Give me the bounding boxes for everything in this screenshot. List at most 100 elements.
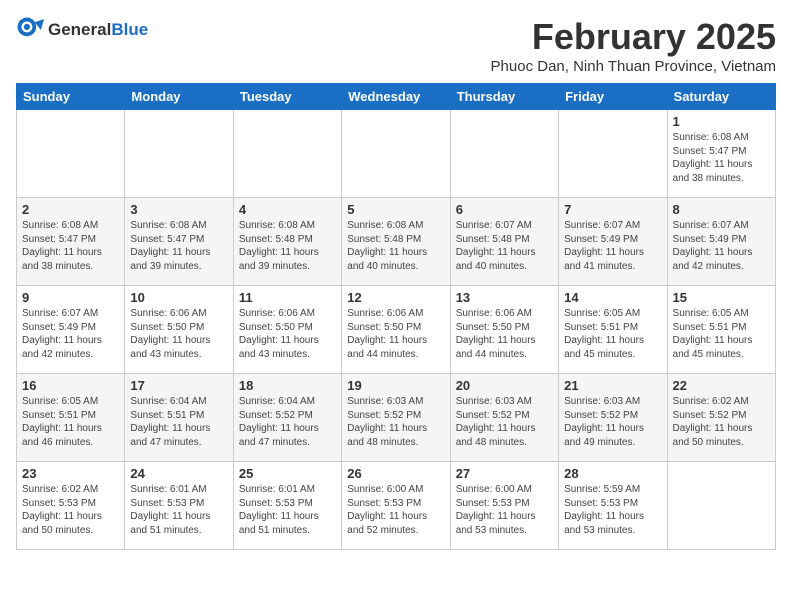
- day-number: 6: [456, 202, 553, 217]
- weekday-header-wednesday: Wednesday: [342, 84, 450, 110]
- calendar-cell: 14 Sunrise: 6:05 AM Sunset: 5:51 PM Dayli…: [559, 286, 667, 374]
- calendar-cell: 27 Sunrise: 6:00 AM Sunset: 5:53 PM Dayli…: [450, 462, 558, 550]
- calendar-cell: 3 Sunrise: 6:08 AM Sunset: 5:47 PM Daylig…: [125, 198, 233, 286]
- day-info: Sunrise: 6:01 AM Sunset: 5:53 PM Dayligh…: [239, 483, 336, 537]
- calendar-cell: 20Sunrise: 6:03 AM Sunset: 5:52 PM Dayli…: [450, 374, 558, 462]
- logo-general: General: [48, 20, 111, 39]
- day-number: 14: [564, 290, 661, 305]
- page-header: GeneralBlue February 2025 Phuoc Dan, Nin…: [16, 16, 776, 75]
- calendar-cell: 4 Sunrise: 6:08 AM Sunset: 5:48 PM Daylig…: [233, 198, 341, 286]
- title-area: February 2025 Phuoc Dan, Ninh Thuan Prov…: [491, 16, 776, 75]
- calendar-cell: [559, 110, 667, 198]
- calendar-cell: 11 Sunrise: 6:06 AM Sunset: 5:50 PM Dayli…: [233, 286, 341, 374]
- calendar-cell: 13 Sunrise: 6:06 AM Sunset: 5:50 PM Dayli…: [450, 286, 558, 374]
- calendar-cell: 15 Sunrise: 6:05 AM Sunset: 5:51 PM Dayli…: [667, 286, 775, 374]
- calendar-week-4: 16 Sunrise: 6:05 AM Sunset: 5:51 PM Dayli…: [17, 374, 776, 462]
- calendar-week-1: 1 Sunrise: 6:08 AM Sunset: 5:47 PM Daylig…: [17, 110, 776, 198]
- day-number: 11: [239, 290, 336, 305]
- day-number: 1: [673, 114, 770, 129]
- calendar-cell: 25 Sunrise: 6:01 AM Sunset: 5:53 PM Dayli…: [233, 462, 341, 550]
- calendar-cell: 21Sunrise: 6:03 AM Sunset: 5:52 PM Dayli…: [559, 374, 667, 462]
- day-info: Sunrise: 5:59 AM Sunset: 5:53 PM Dayligh…: [564, 483, 661, 537]
- calendar-cell: 2 Sunrise: 6:08 AM Sunset: 5:47 PM Daylig…: [17, 198, 125, 286]
- day-number: 19: [347, 378, 444, 393]
- day-info: Sunrise: 6:00 AM Sunset: 5:53 PM Dayligh…: [347, 483, 444, 537]
- calendar-cell: [342, 110, 450, 198]
- calendar-cell: [667, 462, 775, 550]
- logo-icon: [16, 16, 44, 44]
- weekday-header-monday: Monday: [125, 84, 233, 110]
- day-info: Sunrise: 6:08 AM Sunset: 5:47 PM Dayligh…: [130, 219, 227, 273]
- day-number: 2: [22, 202, 119, 217]
- day-number: 3: [130, 202, 227, 217]
- day-number: 4: [239, 202, 336, 217]
- day-info: Sunrise: 6:06 AM Sunset: 5:50 PM Dayligh…: [239, 307, 336, 361]
- day-info: Sunrise: 6:06 AM Sunset: 5:50 PM Dayligh…: [456, 307, 553, 361]
- calendar-cell: [450, 110, 558, 198]
- calendar-cell: [125, 110, 233, 198]
- day-info: Sunrise: 6:06 AM Sunset: 5:50 PM Dayligh…: [347, 307, 444, 361]
- day-number: 23: [22, 466, 119, 481]
- day-info: Sunrise: 6:02 AM Sunset: 5:52 PM Dayligh…: [673, 395, 770, 449]
- day-info: Sunrise: 6:03 AM Sunset: 5:52 PM Dayligh…: [564, 395, 661, 449]
- weekday-header-sunday: Sunday: [17, 84, 125, 110]
- day-number: 17: [130, 378, 227, 393]
- day-number: 5: [347, 202, 444, 217]
- calendar-cell: 7 Sunrise: 6:07 AM Sunset: 5:49 PM Daylig…: [559, 198, 667, 286]
- day-info: Sunrise: 6:06 AM Sunset: 5:50 PM Dayligh…: [130, 307, 227, 361]
- day-number: 16: [22, 378, 119, 393]
- day-number: 26: [347, 466, 444, 481]
- weekday-header-saturday: Saturday: [667, 84, 775, 110]
- calendar-cell: 23 Sunrise: 6:02 AM Sunset: 5:53 PM Dayli…: [17, 462, 125, 550]
- calendar-cell: 17 Sunrise: 6:04 AM Sunset: 5:51 PM Dayli…: [125, 374, 233, 462]
- calendar-week-2: 2 Sunrise: 6:08 AM Sunset: 5:47 PM Daylig…: [17, 198, 776, 286]
- calendar-week-3: 9Sunrise: 6:07 AM Sunset: 5:49 PM Daylig…: [17, 286, 776, 374]
- day-info: Sunrise: 6:07 AM Sunset: 5:49 PM Dayligh…: [673, 219, 770, 273]
- day-info: Sunrise: 6:03 AM Sunset: 5:52 PM Dayligh…: [347, 395, 444, 449]
- calendar-cell: 24 Sunrise: 6:01 AM Sunset: 5:53 PM Dayli…: [125, 462, 233, 550]
- day-number: 15: [673, 290, 770, 305]
- weekday-header-row: SundayMondayTuesdayWednesdayThursdayFrid…: [17, 84, 776, 110]
- day-info: Sunrise: 6:08 AM Sunset: 5:48 PM Dayligh…: [347, 219, 444, 273]
- day-number: 22: [673, 378, 770, 393]
- day-info: Sunrise: 6:04 AM Sunset: 5:51 PM Dayligh…: [130, 395, 227, 449]
- day-info: Sunrise: 6:01 AM Sunset: 5:53 PM Dayligh…: [130, 483, 227, 537]
- day-number: 27: [456, 466, 553, 481]
- day-number: 24: [130, 466, 227, 481]
- weekday-header-friday: Friday: [559, 84, 667, 110]
- day-number: 10: [130, 290, 227, 305]
- day-number: 25: [239, 466, 336, 481]
- calendar-cell: [17, 110, 125, 198]
- day-info: Sunrise: 6:04 AM Sunset: 5:52 PM Dayligh…: [239, 395, 336, 449]
- calendar-table: SundayMondayTuesdayWednesdayThursdayFrid…: [16, 83, 776, 550]
- calendar-cell: 18Sunrise: 6:04 AM Sunset: 5:52 PM Dayli…: [233, 374, 341, 462]
- day-number: 7: [564, 202, 661, 217]
- calendar-cell: 22 Sunrise: 6:02 AM Sunset: 5:52 PM Dayli…: [667, 374, 775, 462]
- day-info: Sunrise: 6:07 AM Sunset: 5:49 PM Dayligh…: [564, 219, 661, 273]
- calendar-cell: 9Sunrise: 6:07 AM Sunset: 5:49 PM Daylig…: [17, 286, 125, 374]
- calendar-subtitle: Phuoc Dan, Ninh Thuan Province, Vietnam: [491, 58, 776, 75]
- day-info: Sunrise: 6:02 AM Sunset: 5:53 PM Dayligh…: [22, 483, 119, 537]
- day-info: Sunrise: 6:05 AM Sunset: 5:51 PM Dayligh…: [564, 307, 661, 361]
- day-number: 9: [22, 290, 119, 305]
- calendar-cell: 16 Sunrise: 6:05 AM Sunset: 5:51 PM Dayli…: [17, 374, 125, 462]
- calendar-cell: 19 Sunrise: 6:03 AM Sunset: 5:52 PM Dayli…: [342, 374, 450, 462]
- weekday-header-thursday: Thursday: [450, 84, 558, 110]
- calendar-cell: 6Sunrise: 6:07 AM Sunset: 5:48 PM Daylig…: [450, 198, 558, 286]
- calendar-cell: 5 Sunrise: 6:08 AM Sunset: 5:48 PM Daylig…: [342, 198, 450, 286]
- day-info: Sunrise: 6:08 AM Sunset: 5:47 PM Dayligh…: [22, 219, 119, 273]
- weekday-header-tuesday: Tuesday: [233, 84, 341, 110]
- day-number: 13: [456, 290, 553, 305]
- day-number: 20: [456, 378, 553, 393]
- calendar-cell: [233, 110, 341, 198]
- calendar-cell: 8 Sunrise: 6:07 AM Sunset: 5:49 PM Daylig…: [667, 198, 775, 286]
- day-number: 8: [673, 202, 770, 217]
- day-info: Sunrise: 6:05 AM Sunset: 5:51 PM Dayligh…: [673, 307, 770, 361]
- day-info: Sunrise: 6:08 AM Sunset: 5:48 PM Dayligh…: [239, 219, 336, 273]
- day-info: Sunrise: 6:08 AM Sunset: 5:47 PM Dayligh…: [673, 131, 770, 185]
- day-number: 12: [347, 290, 444, 305]
- calendar-cell: 12 Sunrise: 6:06 AM Sunset: 5:50 PM Dayli…: [342, 286, 450, 374]
- calendar-cell: 28Sunrise: 5:59 AM Sunset: 5:53 PM Dayli…: [559, 462, 667, 550]
- day-info: Sunrise: 6:00 AM Sunset: 5:53 PM Dayligh…: [456, 483, 553, 537]
- day-info: Sunrise: 6:05 AM Sunset: 5:51 PM Dayligh…: [22, 395, 119, 449]
